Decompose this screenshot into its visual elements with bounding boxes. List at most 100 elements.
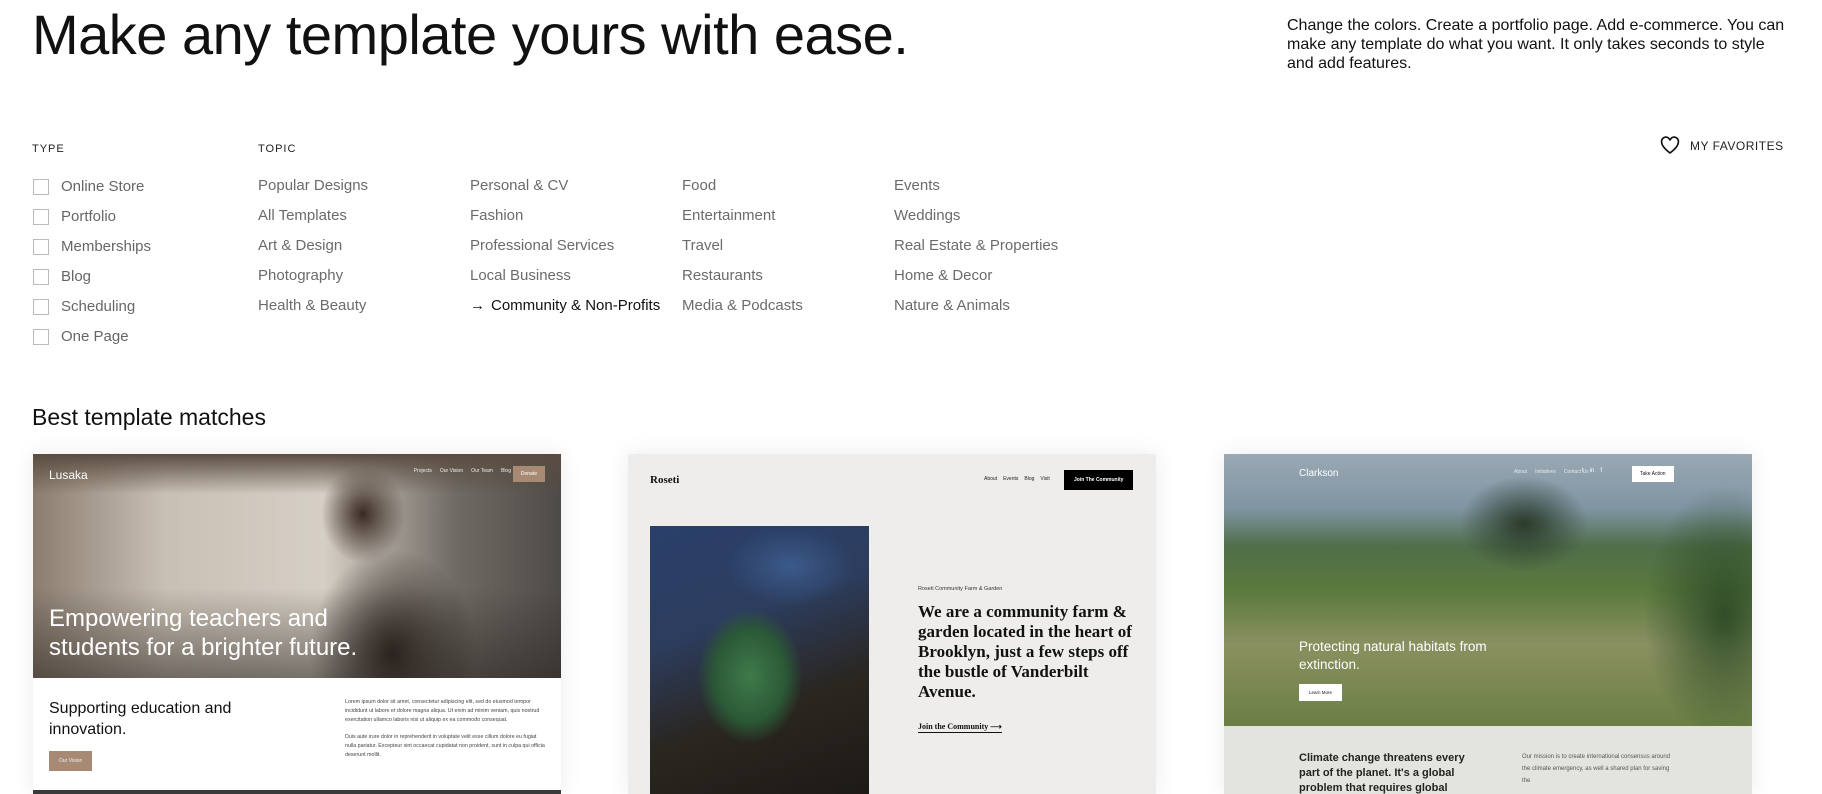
learn-more-button: Learn More bbox=[1299, 684, 1343, 701]
topic-label: Media & Podcasts bbox=[682, 297, 803, 314]
join-link: Join the Community ⟶ bbox=[918, 722, 1002, 733]
type-label: TYPE bbox=[32, 143, 65, 155]
type-filter-label: One Page bbox=[61, 328, 129, 345]
topic-personal-cv[interactable]: Personal & CV bbox=[470, 177, 568, 194]
checkbox[interactable] bbox=[33, 238, 49, 255]
topic-entertainment[interactable]: Entertainment bbox=[682, 207, 775, 224]
topic-label: Food bbox=[682, 177, 717, 194]
topic-popular-designs[interactable]: Popular Designs bbox=[258, 177, 368, 194]
topic-real-estate-properties[interactable]: Real Estate & Properties bbox=[894, 237, 1058, 254]
type-filter-label: Memberships bbox=[61, 238, 152, 255]
type-filter-scheduling[interactable]: Scheduling bbox=[33, 298, 135, 315]
nav-link: About bbox=[984, 476, 998, 482]
template-logo: Clarkson bbox=[1299, 468, 1339, 479]
linkedin-icon: in bbox=[1589, 468, 1595, 474]
type-filter-label: Blog bbox=[61, 268, 92, 285]
caption: Roseti Community Farm & Garden bbox=[918, 586, 1003, 592]
hero-heading: Empowering teachers and students for a b… bbox=[49, 605, 358, 661]
checkbox[interactable] bbox=[33, 298, 49, 315]
checkbox[interactable] bbox=[33, 328, 49, 345]
topic-nature-animals[interactable]: Nature & Animals bbox=[894, 297, 1010, 314]
type-filter-blog[interactable]: Blog bbox=[33, 268, 91, 285]
body-text: Lorem ipsum dolor sit amet, consectetur … bbox=[345, 698, 545, 768]
nav-link: Visit bbox=[1040, 476, 1050, 482]
topic-media-podcasts[interactable]: Media & Podcasts bbox=[682, 297, 803, 314]
topic-label: Real Estate & Properties bbox=[894, 237, 1059, 254]
type-filter-portfolio[interactable]: Portfolio bbox=[33, 208, 116, 225]
topic-label: Community & Non-Profits bbox=[491, 297, 661, 314]
topic-label: Nature & Animals bbox=[894, 297, 1010, 314]
footer-strip bbox=[33, 790, 561, 794]
template-nav: Projects Our Vision Our Team Blog bbox=[414, 468, 511, 474]
topic-restaurants[interactable]: Restaurants bbox=[682, 267, 763, 284]
facebook-icon: f bbox=[1600, 468, 1603, 474]
type-filter-label: Scheduling bbox=[61, 298, 136, 315]
garden-image bbox=[650, 526, 869, 794]
nav-link: Events bbox=[1003, 476, 1019, 482]
topic-label: Personal & CV bbox=[470, 177, 569, 194]
topic-all-templates[interactable]: All Templates bbox=[258, 207, 347, 224]
join-button: Join The Community bbox=[1064, 470, 1134, 490]
topic-weddings[interactable]: Weddings bbox=[894, 207, 960, 224]
topic-label: Restaurants bbox=[682, 267, 763, 284]
topic-label: Events bbox=[894, 177, 940, 194]
arrow-right-icon: → bbox=[470, 297, 485, 314]
nav-link: Initiatives bbox=[1535, 469, 1556, 475]
topic-label: Entertainment bbox=[682, 207, 776, 224]
nav-link: About bbox=[1514, 469, 1528, 475]
nav-link: Our Team bbox=[471, 468, 493, 474]
template-logo: Lusaka bbox=[49, 468, 88, 482]
topic-label: Popular Designs bbox=[258, 177, 369, 194]
topic-fashion[interactable]: Fashion bbox=[470, 207, 523, 224]
template-nav: About Initiatives Contact Us bbox=[1514, 469, 1589, 475]
topic-label: Local Business bbox=[470, 267, 571, 284]
hero-heading: We are a community farm & garden located… bbox=[918, 602, 1132, 701]
topic-events[interactable]: Events bbox=[894, 177, 940, 194]
nav-link: Blog bbox=[1024, 476, 1035, 482]
topic-health-beauty[interactable]: Health & Beauty bbox=[258, 297, 366, 314]
checkbox[interactable] bbox=[33, 268, 49, 285]
type-filter-online-store[interactable]: Online Store bbox=[33, 178, 144, 195]
topic-label: All Templates bbox=[258, 207, 347, 224]
template-nav: About Events Blog Visit bbox=[984, 476, 1050, 482]
twitter-icon: t bbox=[1582, 468, 1584, 474]
topic-label: Art & Design bbox=[258, 237, 343, 254]
subheading: Climate change threatens every part of t… bbox=[1299, 752, 1465, 794]
topic-label: TOPIC bbox=[258, 143, 297, 155]
template-logo: Roseti bbox=[650, 474, 680, 486]
section-title: Best template matches bbox=[32, 404, 266, 430]
type-filter-label: Portfolio bbox=[61, 208, 117, 225]
topic-community-non-profits[interactable]: → Community & Non-Profits bbox=[470, 297, 660, 314]
type-filter-one-page[interactable]: One Page bbox=[33, 328, 129, 345]
heart-icon bbox=[1660, 136, 1680, 155]
checkbox[interactable] bbox=[33, 208, 49, 225]
nav-link: Projects bbox=[413, 468, 432, 474]
topic-home-decor[interactable]: Home & Decor bbox=[894, 267, 992, 284]
type-filter-label: Online Store bbox=[61, 178, 145, 195]
hero-heading: Protecting natural habitats from extinct… bbox=[1299, 639, 1487, 672]
donate-button: Donate bbox=[512, 466, 545, 482]
topic-label: Home & Decor bbox=[894, 267, 993, 284]
template-card-lusaka[interactable]: Lusaka Projects Our Vision Our Team Blog… bbox=[33, 454, 561, 794]
topic-art-design[interactable]: Art & Design bbox=[258, 237, 342, 254]
take-action-button: Take Action bbox=[1632, 466, 1674, 482]
topic-label: Weddings bbox=[894, 207, 961, 224]
topic-photography[interactable]: Photography bbox=[258, 267, 343, 284]
paragraph: Duis aute irure dolor in reprehenderit i… bbox=[345, 734, 545, 758]
template-card-roseti[interactable]: Roseti About Events Blog Visit Join The … bbox=[628, 454, 1156, 794]
topic-label: Photography bbox=[258, 267, 344, 284]
topic-label: Travel bbox=[682, 237, 724, 254]
checkbox[interactable] bbox=[33, 178, 49, 195]
template-card-clarkson[interactable]: Clarkson About Initiatives Contact Us t … bbox=[1224, 454, 1752, 794]
topic-local-business[interactable]: Local Business bbox=[470, 267, 571, 284]
topic-professional-services[interactable]: Professional Services bbox=[470, 237, 614, 254]
page-title: Make any template yours with ease. bbox=[32, 3, 909, 66]
my-favorites-button[interactable]: MY FAVORITES bbox=[1660, 136, 1784, 155]
topic-travel[interactable]: Travel bbox=[682, 237, 723, 254]
topic-food[interactable]: Food bbox=[682, 177, 716, 194]
our-vision-button: Our Vision bbox=[49, 751, 93, 771]
intro-text: Change the colors. Create a portfolio pa… bbox=[1287, 17, 1785, 72]
social-icons: t in f bbox=[1582, 468, 1602, 474]
type-filter-memberships[interactable]: Memberships bbox=[33, 238, 151, 255]
nav-link: Blog bbox=[500, 468, 511, 474]
